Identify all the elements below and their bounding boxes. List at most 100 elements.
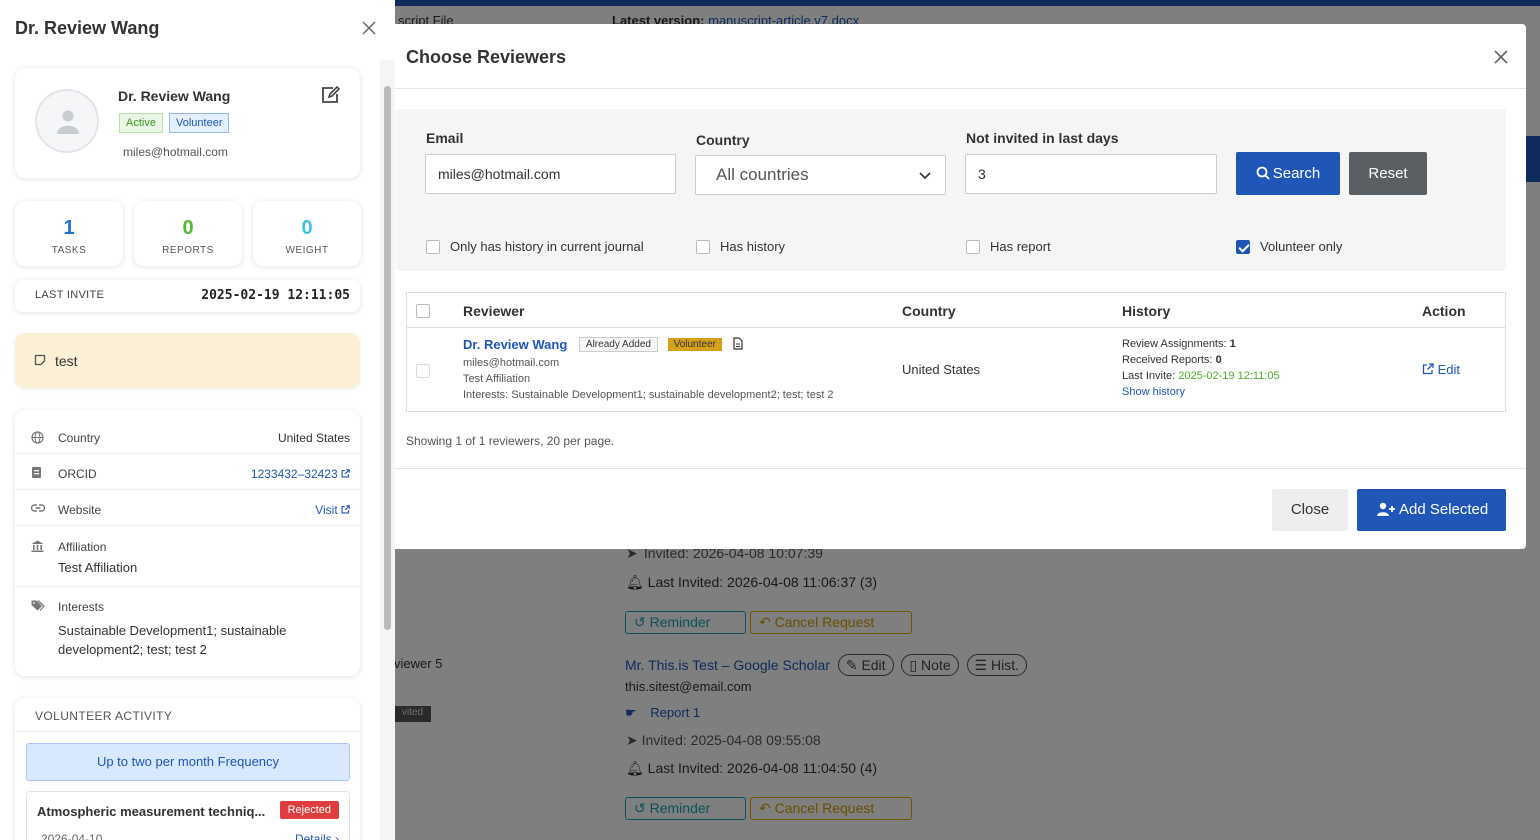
checkbox[interactable] [426, 239, 440, 254]
stat-label: TASKS [51, 245, 87, 256]
reset-button[interactable]: Reset [1349, 152, 1427, 195]
column-country: Country [902, 303, 956, 319]
volunteer-activity-item: Atmospheric measurement techniq... Rejec… [26, 791, 350, 840]
website-link[interactable]: Visit [315, 503, 350, 517]
stat-label: WEIGHT [285, 245, 329, 256]
last-invite-label: LAST INVITE [35, 289, 105, 301]
checkbox-checked[interactable] [1236, 239, 1250, 254]
column-reviewer: Reviewer [463, 303, 525, 319]
country-select[interactable]: All countries [695, 155, 946, 195]
activity-title: Atmospheric measurement techniq... [37, 804, 266, 819]
volunteer-activity-card: VOLUNTEER ACTIVITY Up to two per month F… [15, 698, 360, 840]
add-selected-button[interactable]: Add Selected [1357, 489, 1506, 531]
already-added-tag: Already Added [578, 337, 658, 352]
stat-tasks: 1 TASKS [15, 201, 123, 266]
search-icon [1256, 166, 1270, 180]
profile-name: Dr. Review Wang [118, 88, 231, 104]
show-history-link[interactable]: Show history [1122, 386, 1185, 398]
frequency-banner: Up to two per month Frequency [26, 743, 350, 781]
reviewer-interests: Interests: Sustainable Development1; sus… [463, 389, 834, 401]
reviewer-affiliation: Test Affiliation [463, 373, 531, 385]
last-invite-value: 2025-02-19 12:11:05 [201, 288, 350, 303]
row-checkbox[interactable] [416, 364, 430, 378]
reviewer-detail-panel: Dr. Review Wang Dr. Review Wang Active V… [0, 0, 395, 840]
document-icon[interactable] [733, 337, 744, 350]
checkbox-history-current-journal[interactable]: Only has history in current journal [426, 239, 644, 254]
country-value: United States [277, 431, 350, 445]
note-icon [34, 354, 46, 366]
volunteer-badge: Volunteer [169, 113, 230, 133]
history-reports: Received Reports: 0 [1122, 354, 1222, 366]
filter-panel: Email miles@hotmail.com Country All coun… [396, 109, 1506, 271]
institution-icon [31, 540, 44, 552]
activity-date: 2026-04-10 [41, 832, 103, 840]
stat-reports: 0 REPORTS [134, 201, 242, 266]
panel-scrollbar[interactable] [380, 60, 395, 840]
reviewer-cell: Dr. Review Wang Already Added Volunteer [463, 337, 744, 352]
search-button[interactable]: Search [1236, 152, 1340, 195]
modal-header: Choose Reviewers [380, 24, 1526, 89]
stat-value: 0 [301, 217, 313, 239]
column-history: History [1122, 303, 1171, 319]
scrollbar-thumb[interactable] [384, 86, 391, 630]
details-link[interactable]: Details › [295, 832, 339, 840]
external-link-icon [341, 505, 350, 514]
select-all-checkbox[interactable] [416, 304, 430, 318]
info-row-affiliation: Affiliation Test Affiliation [15, 526, 360, 587]
note-text: test [55, 353, 78, 369]
checkbox[interactable] [966, 239, 980, 254]
email-input[interactable]: miles@hotmail.com [425, 154, 676, 194]
id-card-icon [32, 467, 41, 478]
rejected-badge: Rejected [279, 801, 339, 819]
checkbox-has-report[interactable]: Has report [966, 239, 1051, 254]
user-icon [57, 110, 79, 134]
info-card: Country United States ORCID 1233432–3242… [15, 410, 360, 676]
orcid-link[interactable]: 1233432–32423 [251, 467, 350, 481]
stat-label: REPORTS [162, 245, 214, 256]
checkbox-has-history[interactable]: Has history [696, 239, 785, 254]
close-button[interactable]: Close [1272, 489, 1348, 531]
close-icon[interactable] [1492, 48, 1510, 66]
panel-title: Dr. Review Wang [15, 18, 160, 38]
add-user-icon [1377, 502, 1395, 516]
info-row-interests: Interests Sustainable Development1; sust… [15, 587, 360, 676]
profile-card: Dr. Review Wang Active Volunteer miles@h… [15, 68, 360, 178]
link-icon [31, 504, 45, 512]
volunteer-tag: Volunteer [667, 338, 722, 351]
days-input[interactable]: 3 [965, 154, 1217, 194]
stat-weight: 0 WEIGHT [253, 201, 361, 266]
volunteer-activity-title: VOLUNTEER ACTIVITY [35, 709, 173, 723]
info-row-orcid: ORCID 1233432–32423 [15, 454, 360, 490]
volunteer-activity-header: VOLUNTEER ACTIVITY [15, 698, 360, 732]
tags-icon [31, 600, 45, 611]
last-invite-bar: LAST INVITE 2025-02-19 12:11:05 [15, 280, 360, 312]
external-link-icon [1422, 363, 1434, 375]
email-label: Email [426, 130, 464, 146]
history-last-invite: Last Invite: 2025-02-19 12:11:05 [1122, 370, 1280, 382]
external-link-icon [341, 469, 350, 478]
info-row-website: Website Visit [15, 490, 360, 526]
modal-title: Choose Reviewers [406, 47, 567, 67]
stat-value: 0 [182, 217, 194, 239]
reviewer-name-link[interactable]: Dr. Review Wang [463, 337, 567, 352]
close-icon[interactable] [361, 20, 377, 36]
chevron-down-icon [919, 172, 931, 180]
edit-icon[interactable] [321, 86, 341, 104]
table-header: Reviewer Country History Action [407, 293, 1505, 328]
chevron-right-icon: › [335, 832, 339, 840]
info-row-country: Country United States [15, 410, 360, 454]
days-label: Not invited in last days [966, 130, 1119, 146]
reviewer-country: United States [902, 362, 981, 377]
profile-email: miles@hotmail.com [123, 145, 228, 159]
choose-reviewers-modal: Choose Reviewers Email miles@hotmail.com… [380, 24, 1526, 549]
row-edit-link[interactable]: Edit [1422, 362, 1460, 377]
country-label: Country [696, 132, 750, 148]
column-action: Action [1422, 303, 1466, 319]
reviewers-table: Reviewer Country History Action Dr. Revi… [406, 292, 1506, 412]
checkbox[interactable] [696, 239, 710, 254]
stat-value: 1 [63, 217, 75, 239]
modal-footer: Close Add Selected [380, 468, 1526, 549]
avatar [35, 89, 99, 153]
checkbox-volunteer-only[interactable]: Volunteer only [1236, 239, 1342, 254]
active-badge: Active [119, 113, 163, 133]
